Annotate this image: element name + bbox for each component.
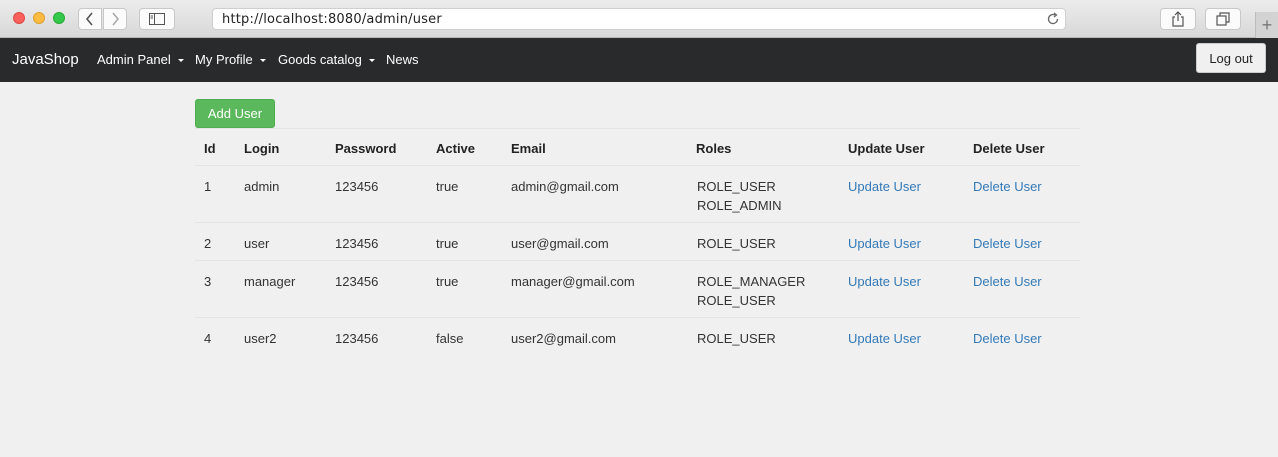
- table-divider: [195, 317, 1080, 318]
- logout-button[interactable]: Log out: [1196, 43, 1266, 73]
- cell-login: user: [244, 236, 270, 251]
- cell-role: ROLE_ADMIN: [697, 198, 782, 213]
- close-window-button[interactable]: [13, 12, 25, 24]
- delete-user-link[interactable]: Delete User: [973, 234, 1042, 253]
- brand-logo[interactable]: JavaShop: [12, 51, 79, 68]
- cell-password: 123456: [335, 274, 379, 289]
- cell-role: ROLE_USER: [697, 236, 776, 251]
- nav-news[interactable]: News: [386, 52, 419, 67]
- caret-down-icon: [177, 59, 184, 62]
- update-user-link[interactable]: Update User: [848, 177, 921, 196]
- cell-email: admin@gmail.com: [511, 179, 619, 194]
- cell-active: true: [436, 179, 459, 194]
- nav-goods-catalog[interactable]: Goods catalog: [278, 52, 375, 67]
- nav-item-label: My Profile: [195, 52, 253, 67]
- cell-role: ROLE_MANAGER: [697, 274, 806, 289]
- nav-item-label: News: [386, 52, 419, 67]
- cell-email: user@gmail.com: [511, 236, 609, 251]
- header-update-user: Update User: [848, 141, 925, 156]
- cell-password: 123456: [335, 236, 379, 251]
- cell-login: admin: [244, 179, 280, 194]
- forward-icon: [112, 12, 120, 26]
- cell-active: false: [436, 331, 464, 346]
- header-delete-user: Delete User: [973, 141, 1045, 156]
- new-tab-button[interactable]: +: [1255, 12, 1278, 38]
- header-password: Password: [335, 141, 397, 156]
- share-icon: [1172, 11, 1184, 27]
- delete-user-link[interactable]: Delete User: [973, 329, 1042, 348]
- zoom-window-button[interactable]: [53, 12, 65, 24]
- nav-item-label: Admin Panel: [97, 52, 171, 67]
- caret-down-icon: [259, 59, 266, 62]
- show-tabs-button[interactable]: [1205, 8, 1241, 30]
- forward-button[interactable]: [103, 8, 127, 30]
- tabs-icon: [1216, 12, 1230, 26]
- reload-icon[interactable]: [1046, 12, 1060, 26]
- cell-login: user2: [244, 331, 277, 346]
- back-button[interactable]: [78, 8, 102, 30]
- header-active: Active: [436, 141, 476, 156]
- cell-password: 123456: [335, 331, 379, 346]
- header-roles: Roles: [696, 141, 732, 156]
- update-user-link[interactable]: Update User: [848, 329, 921, 348]
- back-icon: [85, 12, 93, 26]
- table-divider: [195, 128, 1080, 129]
- nav-item-label: Goods catalog: [278, 52, 362, 67]
- url-text: http://localhost:8080/admin/user: [222, 12, 442, 27]
- main-navbar: JavaShop Admin Panel My Profile Goods ca…: [0, 38, 1278, 82]
- address-bar[interactable]: http://localhost:8080/admin/user: [212, 8, 1066, 30]
- cell-role: ROLE_USER: [697, 293, 776, 308]
- cell-email: manager@gmail.com: [511, 274, 635, 289]
- delete-user-link[interactable]: Delete User: [973, 177, 1042, 196]
- table-divider: [195, 222, 1080, 223]
- nav-my-profile[interactable]: My Profile: [195, 52, 266, 67]
- share-button[interactable]: [1160, 8, 1196, 30]
- table-divider: [195, 260, 1080, 261]
- nav-admin-panel[interactable]: Admin Panel: [97, 52, 184, 67]
- cell-id: 4: [204, 331, 212, 346]
- add-user-button[interactable]: Add User: [195, 99, 275, 128]
- cell-id: 2: [204, 236, 212, 251]
- cell-id: 1: [204, 179, 212, 194]
- cell-active: true: [436, 274, 459, 289]
- browser-toolbar: http://localhost:8080/admin/user +: [0, 0, 1278, 38]
- header-id: Id: [204, 141, 216, 156]
- header-login: Login: [244, 141, 280, 156]
- table-divider: [195, 165, 1080, 166]
- cell-email: user2@gmail.com: [511, 331, 616, 346]
- cell-id: 3: [204, 274, 212, 289]
- header-email: Email: [511, 141, 546, 156]
- sidebar-icon: [149, 13, 165, 25]
- update-user-link[interactable]: Update User: [848, 272, 921, 291]
- minimize-window-button[interactable]: [33, 12, 45, 24]
- cell-role: ROLE_USER: [697, 331, 776, 346]
- update-user-link[interactable]: Update User: [848, 234, 921, 253]
- delete-user-link[interactable]: Delete User: [973, 272, 1042, 291]
- new-tab-icon: +: [1261, 14, 1273, 35]
- cell-active: true: [436, 236, 459, 251]
- cell-login: manager: [244, 274, 296, 289]
- cell-role: ROLE_USER: [697, 179, 776, 194]
- caret-down-icon: [368, 59, 375, 62]
- sidebar-toggle-button[interactable]: [139, 8, 175, 30]
- cell-password: 123456: [335, 179, 379, 194]
